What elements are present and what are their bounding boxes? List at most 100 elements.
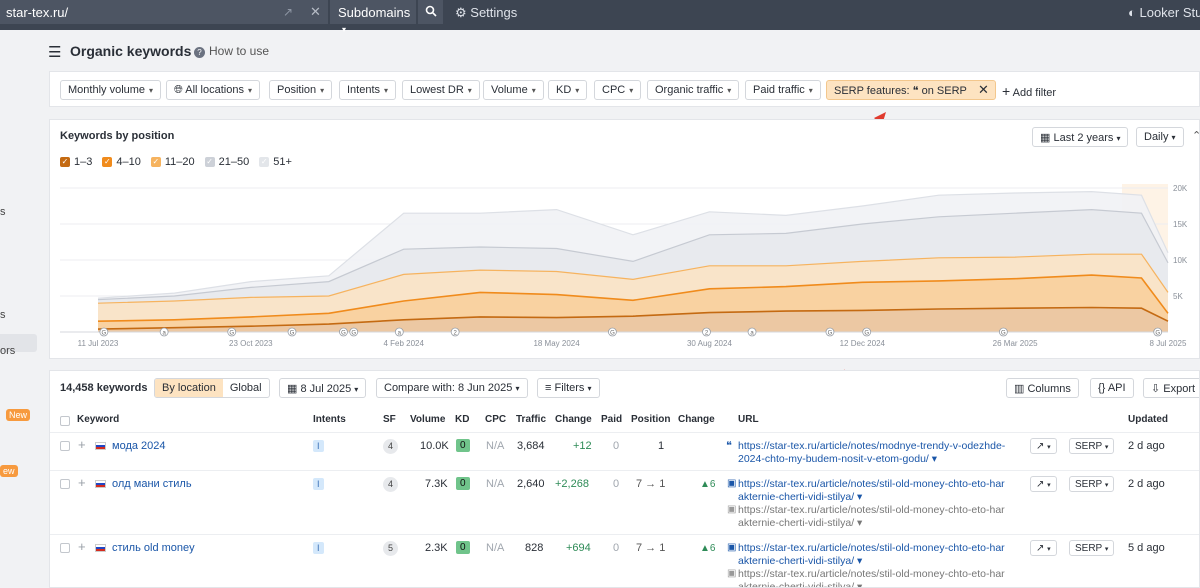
x-tick-label: 26 Mar 2025 (993, 339, 1038, 348)
plus-icon[interactable]: + (78, 437, 86, 452)
filter-paid-traffic[interactable]: Paid traffic ▾ (745, 80, 821, 100)
api-button[interactable]: {} API (1090, 378, 1134, 398)
checkbox-icon[interactable]: ✓ (102, 157, 113, 167)
filter-all-locations[interactable]: 🌐︎ All locations ▾ (166, 80, 260, 100)
row-checkbox[interactable] (60, 441, 70, 451)
url-link[interactable]: https://star-tex.ru/article/notes/stil-o… (738, 542, 1010, 568)
filter-organic-traffic[interactable]: Organic traffic ▾ (647, 80, 740, 100)
filter-position[interactable]: Position ▾ (269, 80, 333, 100)
filters-button[interactable]: ≡ Filters ▾ (537, 378, 600, 398)
select-all-checkbox[interactable] (60, 416, 70, 426)
filter-cpc[interactable]: CPC ▾ (594, 80, 642, 100)
col-header-updated[interactable]: Updated (1128, 414, 1168, 425)
filter-label: CPC (602, 84, 626, 96)
trend-chart-button[interactable]: ↗ ▾ (1030, 476, 1057, 492)
serp-button[interactable]: SERP ▾ (1069, 540, 1115, 556)
col-header-kd[interactable]: KD (455, 414, 469, 425)
col-header-volume[interactable]: Volume (410, 414, 445, 425)
sf-count[interactable]: 4 (383, 477, 398, 492)
keyword-link[interactable]: стиль old money (112, 542, 195, 554)
col-header-paid[interactable]: Paid (601, 414, 622, 425)
checkbox-icon[interactable]: ✓ (150, 157, 161, 167)
columns-button[interactable]: ▥ Columns (1006, 378, 1079, 398)
filter-volume[interactable]: Volume ▾ (483, 80, 544, 100)
legend-item[interactable]: ✓ 51+ (259, 156, 292, 168)
row-checkbox[interactable] (60, 543, 70, 553)
close-icon[interactable]: ✕ (978, 82, 989, 98)
target-url-input[interactable]: star-tex.ru/ ↗ ✕ (0, 0, 328, 24)
serp-button[interactable]: SERP ▾ (1069, 438, 1115, 454)
serp-button[interactable]: SERP ▾ (1069, 476, 1115, 492)
checkbox-icon[interactable]: ✓ (60, 157, 70, 167)
col-header-cpc[interactable]: CPC (485, 414, 506, 425)
chevron-down-icon: ▾ (354, 385, 359, 394)
subdomains-dropdown[interactable]: Subdomains ▾ (330, 0, 416, 34)
sf-count[interactable]: 4 (383, 439, 398, 454)
col-header-position[interactable]: Position (631, 414, 670, 425)
traffic-value[interactable]: 3,684 (517, 440, 545, 452)
looker-studio-button[interactable]: ◐ Looker Studio (1128, 5, 1200, 20)
keyword-link[interactable]: мода 2024 (112, 440, 166, 452)
add-filter-button[interactable]: + Add filter (1002, 83, 1056, 99)
filter-label: Position (277, 84, 317, 96)
url-link[interactable]: https://star-tex.ru/article/notes/modnye… (738, 440, 1010, 466)
period-dropdown[interactable]: ▦ Last 2 years ▾ (1032, 127, 1129, 147)
col-header-intents[interactable]: Intents (313, 414, 346, 425)
keyword-link[interactable]: олд мани стиль (112, 478, 192, 490)
trend-chart-button[interactable]: ↗ ▾ (1030, 438, 1057, 454)
event-marker-label: G (610, 331, 615, 337)
legend-item[interactable]: ✓ 21–50 (204, 156, 249, 168)
url-link[interactable]: https://star-tex.ru/article/notes/stil-o… (738, 478, 1010, 504)
col-header-sf[interactable]: SF (383, 414, 396, 425)
sidebar-item-fragment[interactable]: s (0, 309, 6, 321)
paid-value: 0 (613, 478, 620, 490)
filter-monthly-volume[interactable]: Monthly volume ▾ (60, 80, 162, 100)
col-header-url[interactable]: URL (738, 414, 759, 425)
chevron-down-icon: ▾ (1104, 482, 1109, 489)
trend-chart-button[interactable]: ↗ ▾ (1030, 540, 1057, 556)
col-header-change[interactable]: Change (555, 414, 592, 425)
gear-icon: ⚙ (455, 5, 467, 20)
plus-icon[interactable]: + (78, 475, 86, 490)
sf-count[interactable]: 5 (383, 541, 398, 556)
date-picker[interactable]: ▦ 8 Jul 2025 ▾ (279, 378, 367, 398)
export-button[interactable]: ⇩ Export (1143, 378, 1199, 398)
traffic-value[interactable]: 2,640 (517, 478, 545, 490)
sidebar-item-fragment[interactable]: s (0, 206, 6, 218)
chevron-down-icon: ▾ (1116, 134, 1121, 143)
x-tick-label: 30 Aug 2024 (687, 339, 732, 348)
legend-item[interactable]: ✓ 11–20 (150, 156, 195, 168)
legend-item[interactable]: ✓ 4–10 (102, 156, 141, 168)
row-checkbox[interactable] (60, 479, 70, 489)
menu-icon[interactable]: ☰ (48, 43, 61, 61)
clear-url-icon[interactable]: ✕ (310, 4, 321, 20)
checkbox-icon[interactable]: ✓ (204, 157, 215, 167)
chevron-down-icon: ▾ (575, 86, 580, 95)
legend-label: 1–3 (74, 156, 93, 168)
chevron-down-icon: ▾ (320, 86, 325, 95)
secondary-url-link[interactable]: https://star-tex.ru/article/notes/stil-o… (738, 568, 1010, 587)
legend-item[interactable]: ✓ 1–3 (60, 156, 92, 168)
global-tab[interactable]: Global (223, 379, 269, 397)
sidebar-item-fragment[interactable]: ors (0, 345, 15, 357)
col-header-keyword[interactable]: Keyword (77, 414, 119, 425)
secondary-url-link[interactable]: https://star-tex.ru/article/notes/stil-o… (738, 504, 1010, 530)
filter-intents[interactable]: Intents ▾ (339, 80, 397, 100)
how-to-use-link[interactable]: ? How to use (194, 44, 269, 58)
filter-lowest-dr[interactable]: Lowest DR ▾ (402, 80, 480, 100)
filter-serp-features[interactable]: SERP features: ❝ on SERP ✕ (826, 80, 996, 100)
traffic-value[interactable]: 828 (525, 542, 543, 554)
granularity-dropdown[interactable]: Daily ▾ (1136, 127, 1184, 147)
by-location-tab[interactable]: By location (155, 379, 223, 397)
external-link-icon[interactable]: ↗ (283, 5, 293, 19)
plus-icon[interactable]: + (78, 539, 86, 554)
filter-kd[interactable]: KD ▾ (548, 80, 588, 100)
compare-dropdown[interactable]: Compare with: 8 Jun 2025 ▾ (376, 378, 528, 398)
checkbox-icon[interactable]: ✓ (259, 157, 270, 167)
chart-legend: ✓ 1–3 ✓ 4–10 ✓ 11–20 ✓ 21–50 ✓ 51+ (60, 156, 292, 168)
collapse-icon[interactable]: ⌃ (1192, 129, 1200, 142)
search-button[interactable] (418, 0, 443, 24)
col-header-position-change[interactable]: Change (678, 414, 715, 425)
col-header-traffic[interactable]: Traffic (516, 414, 546, 425)
settings-button[interactable]: ⚙ Settings (455, 5, 517, 21)
